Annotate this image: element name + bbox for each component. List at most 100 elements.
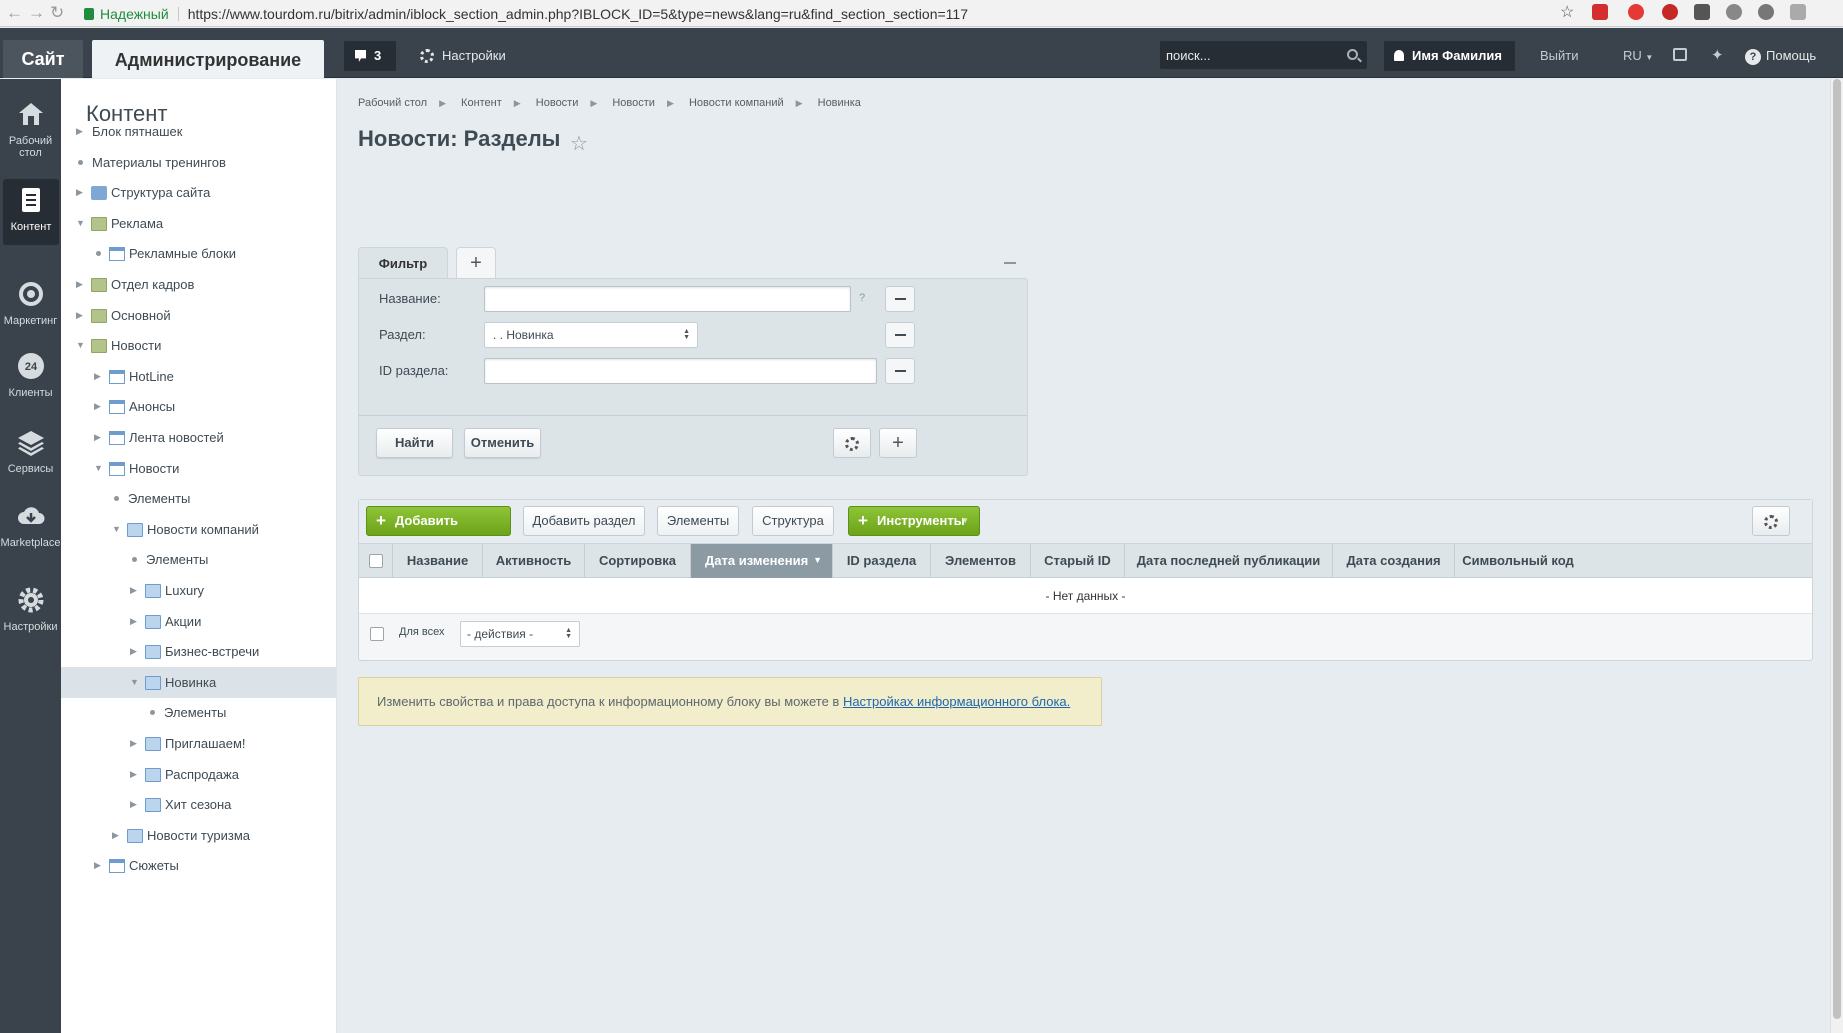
chevron-right-icon[interactable]: ▶ [130, 728, 137, 759]
cancel-button[interactable]: Отменить [464, 428, 541, 458]
chevron-right-icon[interactable]: ▶ [76, 269, 83, 300]
nav-marketplace[interactable]: Marketplace [0, 501, 61, 549]
sidebar-item[interactable]: ▶ Лента новостей [61, 422, 336, 453]
nav-content[interactable]: Контент [3, 179, 59, 245]
breadcrumb-item[interactable]: Новости [536, 97, 579, 109]
user-button[interactable]: Имя Фамилия [1384, 41, 1515, 71]
back-icon[interactable]: ← [6, 3, 23, 23]
remove-section-field-button[interactable] [885, 322, 915, 348]
sidebar-item[interactable]: ▶ Сюжеты [61, 850, 336, 881]
language-switch[interactable]: RU ▼ [1623, 41, 1653, 71]
column-header[interactable]: Дата создания [1333, 544, 1455, 578]
sidebar-item[interactable]: ▶ Акции [61, 606, 336, 637]
pin-icon[interactable]: ✦ [1711, 41, 1724, 71]
forward-icon[interactable]: → [28, 3, 45, 23]
logout-link[interactable]: Выйти [1540, 41, 1579, 71]
reload-icon[interactable]: ↻ [50, 3, 64, 23]
help-link[interactable]: ? Помощь [1745, 41, 1816, 71]
for-all-checkbox[interactable] [370, 627, 384, 641]
nav-desktop[interactable]: Рабочий стол [0, 99, 61, 159]
sidebar-item[interactable]: ▼ Реклама [61, 208, 336, 239]
notifications-button[interactable]: 3 [344, 41, 396, 71]
column-header[interactable]: Дата последней публикации [1125, 544, 1333, 578]
panel-icon[interactable] [1673, 48, 1687, 61]
name-input[interactable] [485, 287, 850, 311]
column-header[interactable]: Активность [483, 544, 585, 578]
chevron-right-icon[interactable]: ▶ [130, 575, 137, 606]
site-button[interactable]: Сайт [3, 40, 83, 78]
filter-tab[interactable]: Фильтр [358, 247, 448, 279]
add-filter-tab-button[interactable]: + [456, 247, 496, 279]
sidebar-item[interactable]: Элементы [61, 544, 336, 575]
nav-clients[interactable]: 24 Клиенты [0, 351, 61, 399]
column-header[interactable]: Элементов [931, 544, 1031, 578]
sidebar-item[interactable]: Рекламные блоки [61, 238, 336, 269]
extension-icon[interactable] [1662, 4, 1678, 20]
chevron-right-icon[interactable]: ▶ [76, 177, 83, 208]
extension-icon[interactable] [1628, 4, 1644, 20]
sidebar-item[interactable]: ▶ Хит сезона [61, 789, 336, 820]
section-select[interactable]: . . Новинка ▲ ▼ [484, 322, 698, 348]
sidebar-item[interactable]: ▶ Бизнес-встречи [61, 636, 336, 667]
chevron-down-icon[interactable]: ▼ [112, 514, 121, 545]
breadcrumb-item[interactable]: Контент [461, 97, 502, 109]
nav-marketing[interactable]: Маркетинг [0, 279, 61, 327]
search-input[interactable] [1166, 46, 1336, 64]
scrollbar-thumb[interactable] [1833, 79, 1841, 1019]
chevron-right-icon[interactable]: ▶ [130, 789, 137, 820]
sidebar-item[interactable]: ▶ Распродажа [61, 759, 336, 790]
chevron-right-icon[interactable]: ▶ [130, 759, 137, 790]
sidebar-item[interactable]: Материалы тренингов [61, 147, 336, 178]
sidebar-item[interactable]: ▶ Блок пятнашек [61, 116, 336, 147]
nav-services[interactable]: Сервисы [0, 427, 61, 475]
chevron-right-icon[interactable]: ▶ [94, 850, 101, 881]
extension-icon[interactable] [1726, 4, 1742, 20]
chevron-right-icon[interactable]: ▶ [76, 300, 83, 331]
column-header[interactable]: Старый ID [1031, 544, 1125, 578]
chevron-right-icon[interactable]: ▶ [130, 636, 137, 667]
sidebar-item[interactable]: ▶ Приглашаем! [61, 728, 336, 759]
select-all-checkbox[interactable] [369, 554, 383, 568]
chevron-right-icon[interactable]: ▶ [94, 422, 101, 453]
breadcrumb-item[interactable]: Новости компаний [689, 97, 784, 109]
sidebar-item[interactable]: ▼ Новости [61, 330, 336, 361]
remove-section-id-field-button[interactable] [885, 358, 915, 384]
column-header[interactable]: Название [393, 544, 483, 578]
extension-icon[interactable] [1694, 4, 1710, 20]
sidebar-item[interactable]: ▼ Новинка [61, 667, 336, 698]
sidebar-item[interactable]: ▼ Новости компаний [61, 514, 336, 545]
sidebar-item[interactable]: Элементы [61, 697, 336, 728]
sidebar-item[interactable]: ▼ Новости [61, 453, 336, 484]
sidebar-item[interactable]: ▶ HotLine [61, 361, 336, 392]
chevron-right-icon[interactable]: ▶ [94, 361, 101, 392]
settings-link[interactable]: Настройки [420, 41, 506, 71]
chevron-right-icon[interactable]: ▶ [112, 820, 119, 851]
menu-icon[interactable] [1790, 4, 1806, 20]
collapse-filter-icon[interactable] [1004, 262, 1016, 264]
section-id-input[interactable] [485, 359, 876, 383]
breadcrumb-item[interactable]: Новинка [818, 97, 861, 109]
elements-button[interactable]: Элементы [657, 506, 739, 536]
breadcrumb-item[interactable]: Рабочий стол [358, 97, 427, 109]
find-button[interactable]: Найти [376, 428, 453, 458]
grid-settings-button[interactable] [1752, 506, 1790, 536]
nav-settings[interactable]: Настройки [0, 585, 61, 633]
help-icon[interactable]: ? [859, 292, 865, 304]
sidebar-item[interactable]: ▶ Новости туризма [61, 820, 336, 851]
column-header-sorted[interactable]: Дата изменения ▼ [691, 544, 833, 578]
add-filter-field-button[interactable]: + [879, 428, 917, 458]
favorite-star-icon[interactable]: ☆ [570, 131, 588, 156]
column-header[interactable]: Сортировка [585, 544, 691, 578]
search-icon[interactable] [1347, 49, 1358, 60]
admin-button[interactable]: Администрирование [92, 40, 324, 78]
extension-icon[interactable] [1592, 4, 1608, 20]
breadcrumb-item[interactable]: Новости [612, 97, 655, 109]
address-bar[interactable]: Надежный https://www.tourdom.ru/bitrix/ad… [84, 4, 968, 24]
chevron-right-icon[interactable]: ▶ [130, 606, 137, 637]
tools-button[interactable]: + Инструменты ▼ [848, 506, 980, 536]
column-header[interactable]: Символьный код [1455, 544, 1581, 578]
chevron-down-icon[interactable]: ▼ [94, 453, 103, 484]
sidebar-item[interactable]: ▶ Luxury [61, 575, 336, 606]
chevron-down-icon[interactable]: ▼ [76, 208, 85, 239]
extension-icon[interactable] [1758, 4, 1774, 20]
